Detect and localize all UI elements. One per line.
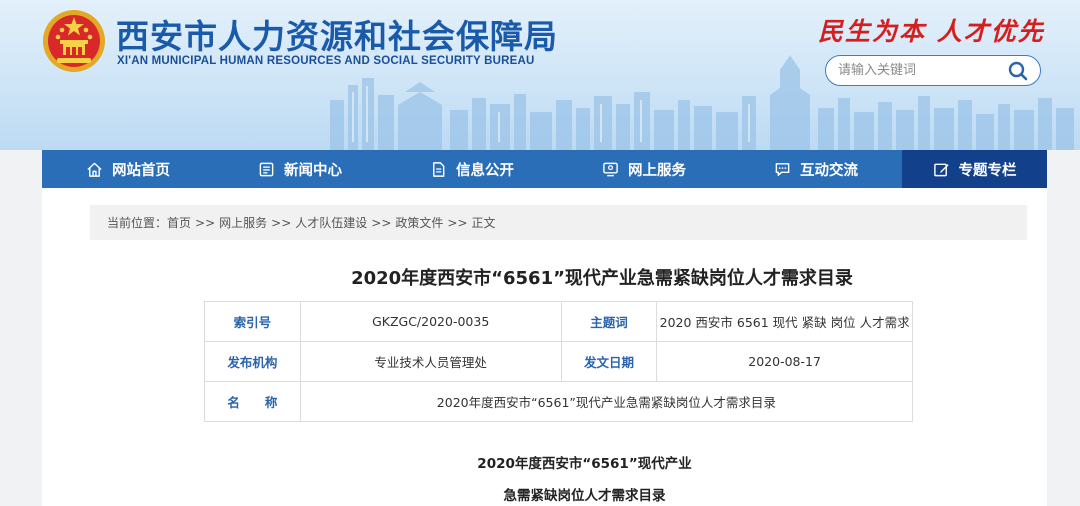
breadcrumb-separator: >> xyxy=(447,215,468,230)
article-body-heading-line-2: 急需紧缺岗位人才需求目录 xyxy=(503,488,666,504)
nav-item-home[interactable]: 网站首页 xyxy=(42,150,214,188)
date-value: 2020-08-17 xyxy=(656,341,913,382)
main-content: 当前位置： 首页 >> 网上服务 >> 人才队伍建设 >> 政策文件 >> 正文… xyxy=(42,188,1047,506)
nav-item-info-disclosure[interactable]: 信息公开 xyxy=(386,150,558,188)
nav-item-special-topics[interactable]: 专题专栏 xyxy=(902,150,1047,188)
chat-icon xyxy=(775,162,790,176)
index-value: GKZGC/2020-0035 xyxy=(299,301,562,342)
breadcrumb-separator: >> xyxy=(371,215,392,230)
breadcrumb: 当前位置： 首页 >> 网上服务 >> 人才队伍建设 >> 政策文件 >> 正文 xyxy=(90,205,1027,240)
site-title-english: XI'AN MUNICIPAL HUMAN RESOURCES AND SOCI… xyxy=(117,55,535,67)
name-label: 名 称 xyxy=(204,381,301,422)
breadcrumb-separator: >> xyxy=(195,215,216,230)
publisher-label: 发布机构 xyxy=(204,341,301,382)
nav-item-news[interactable]: 新闻中心 xyxy=(214,150,386,188)
nav-item-label: 专题专栏 xyxy=(958,162,1017,179)
nav-item-label: 网站首页 xyxy=(112,162,170,179)
breadcrumb-link-home[interactable]: 首页 xyxy=(167,214,191,231)
publisher-value: 专业技术人员管理处 xyxy=(299,341,562,382)
search-box xyxy=(825,55,1041,86)
name-value: 2020年度西安市“6561”现代产业急需紧缺岗位人才需求目录 xyxy=(299,381,914,422)
article-meta-table: 索引号 GKZGC/2020-0035 主题词 2020 西安市 6561 现代… xyxy=(204,301,914,422)
article-title: 2020年度西安市“6561”现代产业急需紧缺岗位人才需求目录 xyxy=(351,268,853,289)
nav-item-label: 互动交流 xyxy=(800,162,858,179)
breadcrumb-current: 正文 xyxy=(471,216,496,230)
subject-label: 主题词 xyxy=(560,301,658,342)
breadcrumb-link-talent[interactable]: 人才队伍建设 xyxy=(295,214,367,231)
search-input[interactable] xyxy=(838,60,998,81)
slogan: 民生为本 人才优先 xyxy=(818,17,1045,46)
breadcrumb-separator: >> xyxy=(271,215,292,230)
home-icon xyxy=(87,162,102,177)
main-nav: 网站首页 新闻中心 信息公开 网上服务 互动交流 专题专栏 xyxy=(42,150,1047,188)
article-body-heading-line-1: 2020年度西安市“6561”现代产业 xyxy=(477,456,692,472)
index-label: 索引号 xyxy=(204,301,301,342)
nav-item-label: 信息公开 xyxy=(456,162,514,179)
edit-icon xyxy=(933,163,949,176)
national-emblem-logo xyxy=(43,10,105,72)
table-row: 发布机构 专业技术人员管理处 发文日期 2020-08-17 xyxy=(204,341,913,382)
site-header: 西安市人力资源和社会保障局 XI'AN MUNICIPAL HUMAN RESO… xyxy=(0,0,1080,150)
news-icon xyxy=(259,162,274,176)
search-icon[interactable] xyxy=(1008,61,1028,81)
table-row: 名 称 2020年度西安市“6561”现代产业急需紧缺岗位人才需求目录 xyxy=(204,381,914,422)
breadcrumb-link-policy[interactable]: 政策文件 xyxy=(395,214,443,231)
breadcrumb-prefix: 当前位置： xyxy=(107,216,168,230)
document-icon xyxy=(433,161,445,177)
nav-item-interaction[interactable]: 互动交流 xyxy=(730,150,902,188)
subject-value: 2020 西安市 6561 现代 紧缺 岗位 人才需求 xyxy=(656,301,913,342)
table-row: 索引号 GKZGC/2020-0035 主题词 2020 西安市 6561 现代… xyxy=(204,301,913,342)
service-icon xyxy=(603,162,618,176)
date-label: 发文日期 xyxy=(560,341,658,382)
nav-item-online-service[interactable]: 网上服务 xyxy=(558,150,730,188)
nav-item-label: 网上服务 xyxy=(628,162,686,179)
nav-item-label: 新闻中心 xyxy=(284,162,342,179)
breadcrumb-link-online-service[interactable]: 网上服务 xyxy=(219,214,267,231)
site-title: 西安市人力资源和社会保障局 xyxy=(116,17,558,56)
